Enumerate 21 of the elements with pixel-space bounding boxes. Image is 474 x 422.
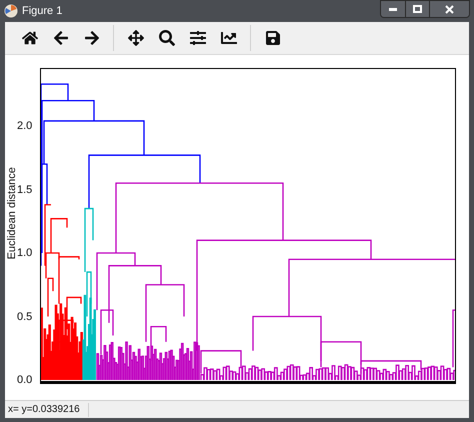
- line-chart-icon: [220, 30, 236, 46]
- tick-label: 1.0: [17, 247, 32, 259]
- coordinates-readout: x= y=0.0339216: [7, 403, 81, 417]
- home-icon: [22, 30, 38, 46]
- arrow-right-icon: [84, 30, 100, 46]
- minimize-icon: [389, 8, 397, 10]
- maximize-icon: [413, 5, 422, 13]
- minimize-button[interactable]: [381, 1, 405, 17]
- maximize-button[interactable]: [405, 1, 429, 17]
- arrow-left-icon: [52, 30, 68, 46]
- tick-label: 0.5: [17, 310, 32, 322]
- close-button[interactable]: [429, 1, 469, 17]
- tick-label: 1.5: [17, 184, 32, 196]
- close-icon: [445, 4, 454, 14]
- tick-label: 2.0: [17, 120, 32, 132]
- sliders-icon: [190, 30, 206, 46]
- move-icon: [128, 30, 144, 46]
- window-title: Figure 1: [22, 4, 62, 19]
- tick-label: 0.0: [17, 374, 32, 386]
- search-icon: [158, 30, 174, 46]
- app-icon: [4, 4, 18, 18]
